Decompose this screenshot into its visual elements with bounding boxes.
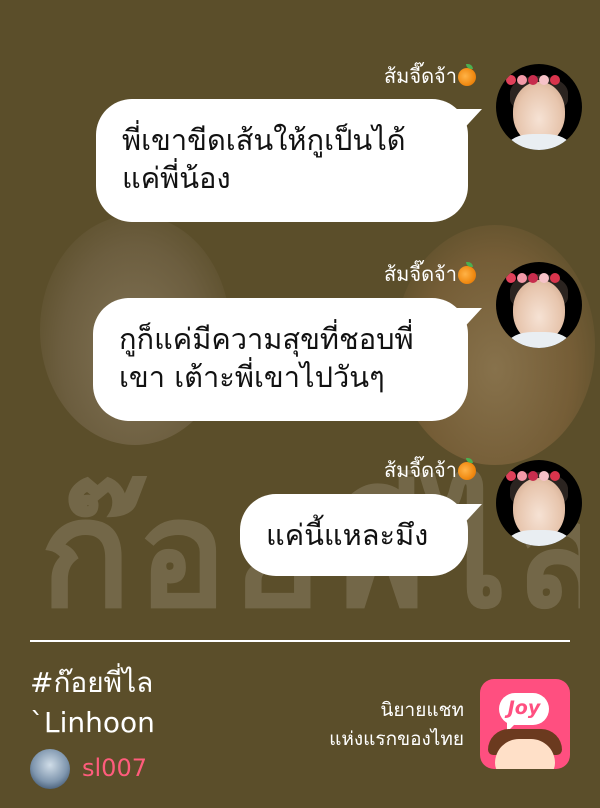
writer-avatar[interactable] xyxy=(30,749,70,789)
sender-avatar[interactable] xyxy=(496,460,582,546)
footer-divider xyxy=(30,640,570,642)
chat-bubble: กูก็แค่มีความสุขที่ชอบพี่ เขา เต้าะพี่เข… xyxy=(93,298,482,421)
message-line: เขา เต้าะพี่เขาไปวันๆ xyxy=(119,360,385,394)
sender-avatar[interactable] xyxy=(496,262,582,348)
story-author: `Linhoon xyxy=(30,706,155,739)
sender-avatar[interactable] xyxy=(496,64,582,150)
message-line: แค่นี้แหละมึง xyxy=(266,518,429,552)
message-line: พี่เขาขีดเส้นให้กูเป็นได้ xyxy=(122,123,406,157)
orange-icon xyxy=(458,262,476,284)
chat-bubble: แค่นี้แหละมึง xyxy=(240,494,482,576)
orange-icon xyxy=(458,64,476,86)
chat-bubble: พี่เขาขีดเส้นให้กูเป็นได้ แค่พี่น้อง xyxy=(96,99,482,222)
sender-name: ส้มจี๊ดจ้า xyxy=(300,64,476,88)
tagline-line: นิยายแชท xyxy=(380,699,464,721)
orange-icon xyxy=(458,458,476,480)
app-tagline: นิยายแชท แห่งแรกของไทย xyxy=(296,696,464,754)
message-line: แค่พี่น้อง xyxy=(122,161,231,195)
message-line: กูก็แค่มีความสุขที่ชอบพี่ xyxy=(119,322,414,356)
bubble-tail xyxy=(452,109,482,135)
story-hashtag[interactable]: #ก๊อยพี่ไล xyxy=(30,666,153,700)
sender-name: ส้มจี๊ดจ้า xyxy=(300,262,476,286)
joy-logo-text: Joy xyxy=(507,697,541,719)
writer-name[interactable]: sl007 xyxy=(82,753,147,783)
sender-name: ส้มจี๊ดจ้า xyxy=(300,458,476,482)
joy-app-logo[interactable]: Joy xyxy=(480,679,570,769)
tagline-line: แห่งแรกของไทย xyxy=(329,728,464,750)
chat-story-page: ก๊อยพี่ไล ส้มจี๊ดจ้า พี่เขาขีดเส้นให้กูเ… xyxy=(0,0,600,808)
